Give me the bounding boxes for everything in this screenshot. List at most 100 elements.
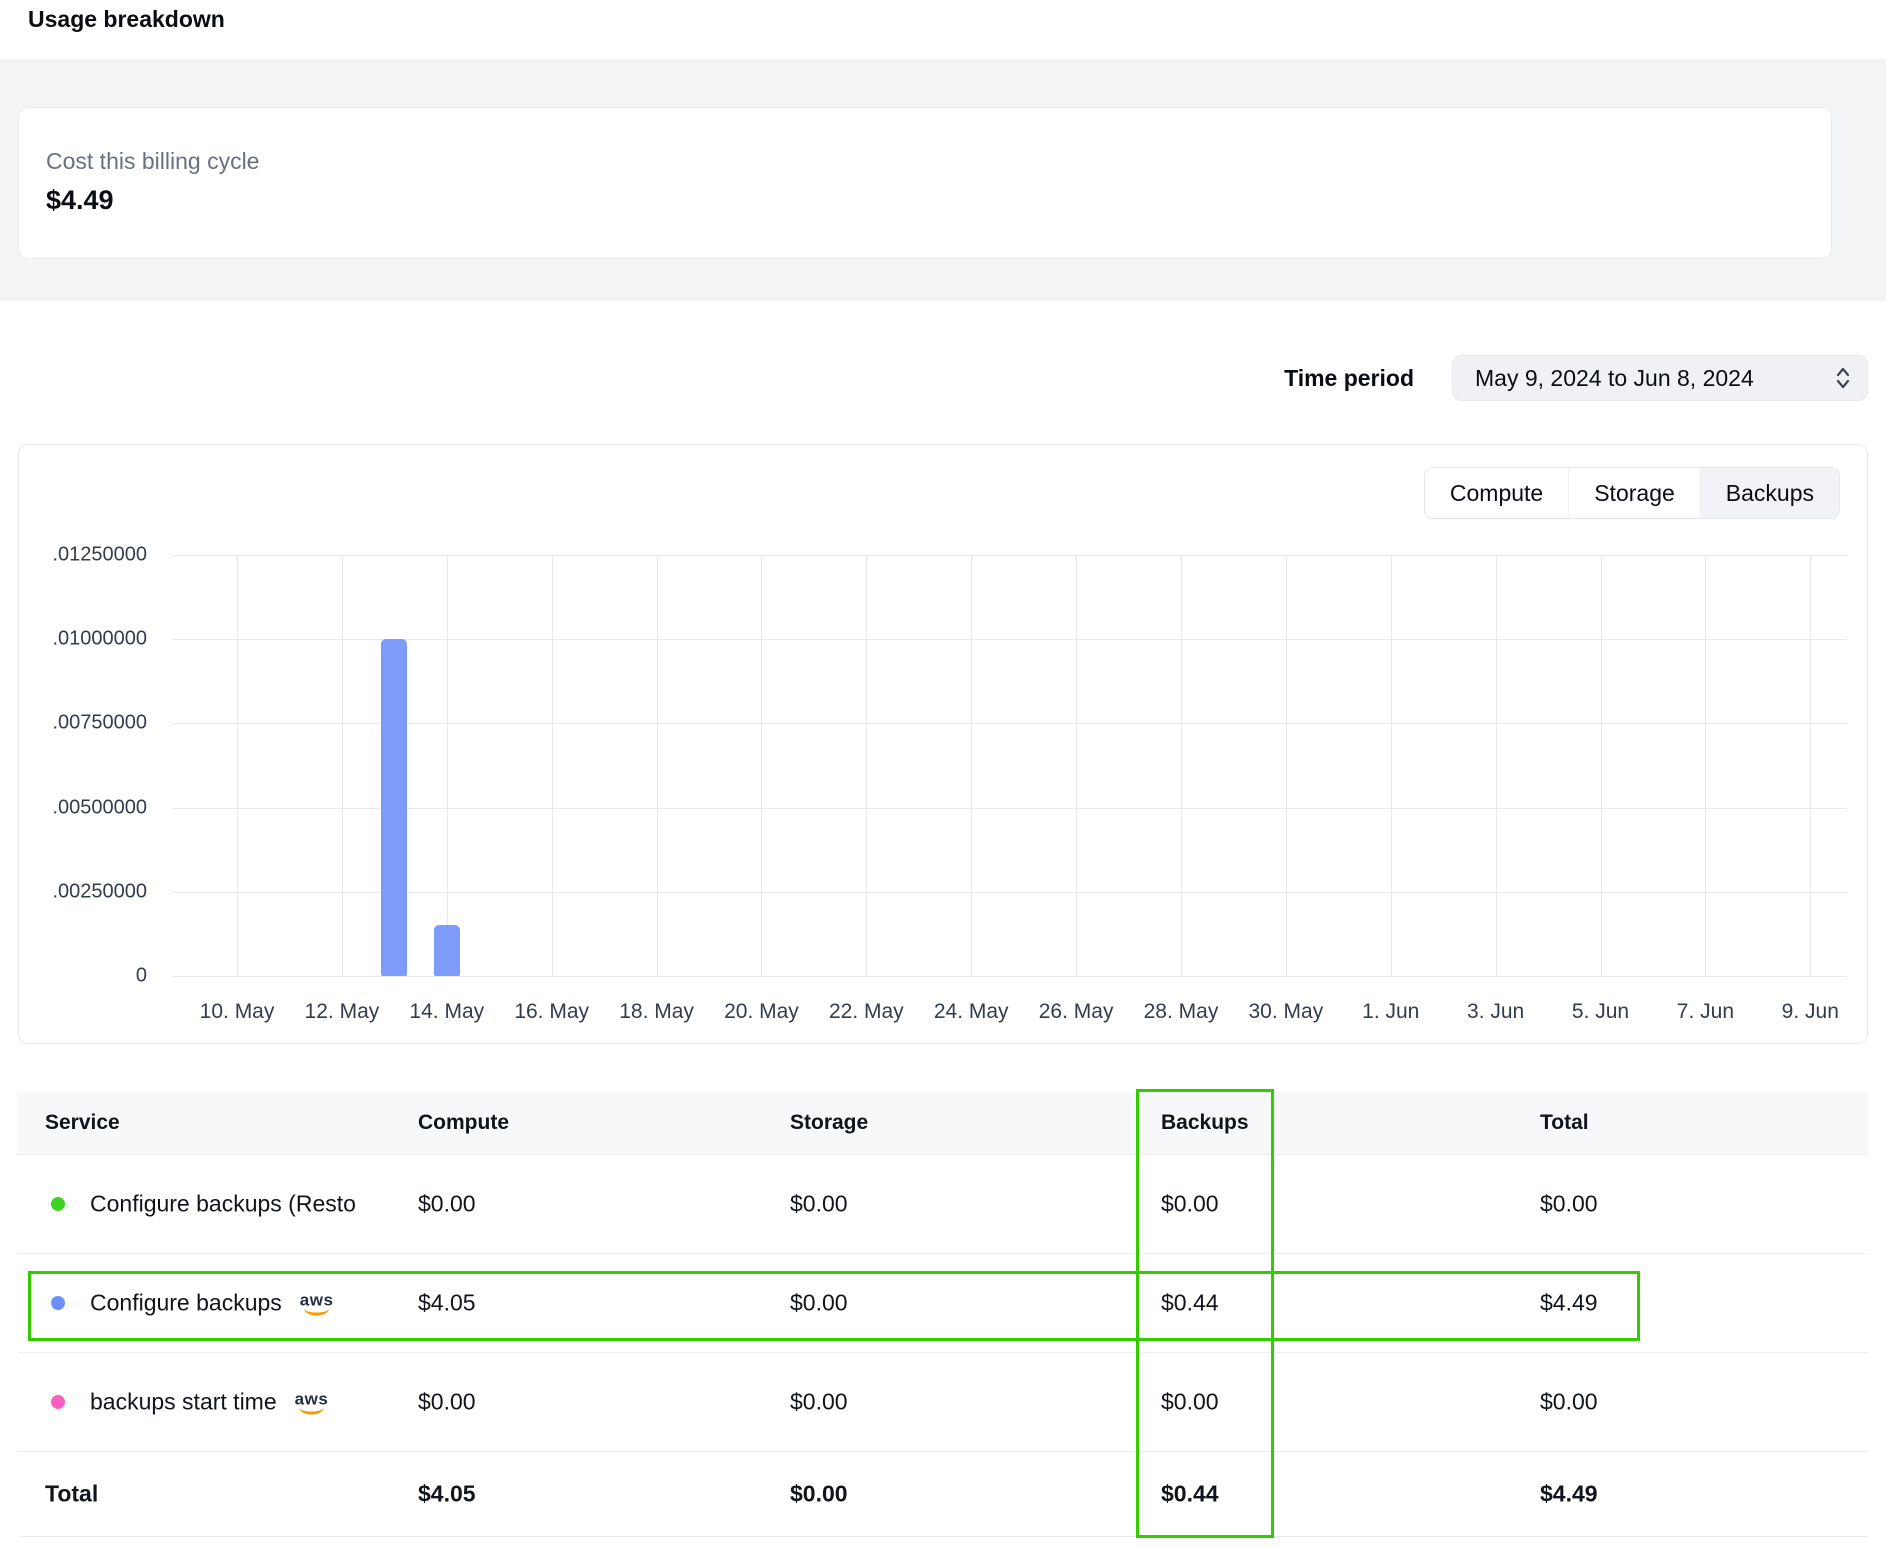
chevron-up-down-icon: [1835, 365, 1851, 391]
column-header-compute: Compute: [418, 1111, 509, 1135]
v-gridline: [1181, 555, 1182, 976]
v-gridline: [1076, 555, 1077, 976]
series-dot-blue: [51, 1296, 65, 1310]
v-gridline: [447, 555, 448, 976]
column-header-service: Service: [45, 1111, 120, 1135]
y-axis-tick-label: .00250000: [52, 880, 147, 903]
total-total-value: $4.49: [1540, 1481, 1598, 1508]
time-period-value: May 9, 2024 to Jun 8, 2024: [1475, 365, 1754, 392]
v-gridline: [1810, 555, 1811, 976]
x-axis-tick-label: 16. May: [514, 1000, 589, 1024]
column-header-total: Total: [1540, 1111, 1589, 1135]
backups-value: $0.00: [1161, 1389, 1219, 1416]
y-axis-tick-label: .01000000: [52, 628, 147, 651]
page-title: Usage breakdown: [28, 6, 225, 33]
usage-table: Service Compute Storage Backups Total Co…: [18, 1092, 1868, 1537]
x-axis-tick-label: 22. May: [829, 1000, 904, 1024]
chart-bar[interactable]: [434, 925, 460, 976]
v-gridline: [1286, 555, 1287, 976]
chart-metric-tabs: Compute Storage Backups: [1424, 467, 1840, 519]
v-gridline: [971, 555, 972, 976]
total-value: $4.49: [1540, 1290, 1598, 1317]
tab-storage[interactable]: Storage: [1568, 468, 1700, 518]
table-row-configure-backups-restore[interactable]: Configure backups (Resto $0.00 $0.00 $0.…: [18, 1155, 1868, 1254]
time-period-select[interactable]: May 9, 2024 to Jun 8, 2024: [1452, 355, 1868, 401]
x-axis-tick-label: 30. May: [1249, 1000, 1324, 1024]
v-gridline: [866, 555, 867, 976]
time-period-row: Time period May 9, 2024 to Jun 8, 2024: [1284, 355, 1868, 401]
time-period-label: Time period: [1284, 365, 1414, 392]
cost-summary-card: Cost this billing cycle $4.49: [18, 107, 1832, 259]
v-gridline: [1496, 555, 1497, 976]
cost-summary-value: $4.49: [46, 185, 1831, 216]
aws-logo-icon: aws: [300, 1291, 334, 1315]
tab-backups[interactable]: Backups: [1700, 468, 1839, 518]
chart-y-axis: 0.00250000.00500000.00750000.01000000.01…: [19, 555, 147, 976]
h-gridline: [172, 892, 1847, 893]
chart-x-axis: 10. May 12. May 14. May 16. May 18. May 20. M…: [172, 1000, 1847, 1030]
table-row-configure-backups[interactable]: Configure backups aws $4.05 $0.00 $0.44 …: [18, 1254, 1868, 1353]
service-cell: backups start time aws: [90, 1389, 328, 1416]
v-gridline: [1391, 555, 1392, 976]
y-axis-tick-label: .00500000: [52, 796, 147, 819]
service-cell: Configure backups (Resto: [90, 1191, 356, 1218]
x-axis-tick-label: 28. May: [1144, 1000, 1219, 1024]
cost-summary-label: Cost this billing cycle: [46, 148, 1831, 175]
total-value: $0.00: [1540, 1389, 1598, 1416]
compute-value: $0.00: [418, 1389, 476, 1416]
h-gridline: [172, 723, 1847, 724]
x-axis-tick-label: 9. Jun: [1782, 1000, 1839, 1024]
total-storage-value: $0.00: [790, 1481, 848, 1508]
backups-value: $0.00: [1161, 1191, 1219, 1218]
aws-smile-arc: [304, 1308, 329, 1315]
backups-value: $0.44: [1161, 1290, 1219, 1317]
summary-band: Cost this billing cycle $4.49: [0, 59, 1886, 301]
compute-value: $4.05: [418, 1290, 476, 1317]
v-gridline: [1601, 555, 1602, 976]
x-axis-tick-label: 7. Jun: [1677, 1000, 1734, 1024]
v-gridline: [1705, 555, 1706, 976]
compute-value: $0.00: [418, 1191, 476, 1218]
storage-value: $0.00: [790, 1389, 848, 1416]
table-row-backups-start-time[interactable]: backups start time aws $0.00 $0.00 $0.00…: [18, 1353, 1868, 1452]
total-backups-value: $0.44: [1161, 1481, 1219, 1508]
chart-bar[interactable]: [381, 639, 407, 976]
table-header-row: Service Compute Storage Backups Total: [18, 1092, 1868, 1155]
table-total-row: Total $4.05 $0.00 $0.44 $4.49: [18, 1452, 1868, 1537]
total-label: Total: [45, 1481, 98, 1508]
x-axis-tick-label: 26. May: [1039, 1000, 1114, 1024]
v-gridline: [237, 555, 238, 976]
x-axis-tick-label: 24. May: [934, 1000, 1009, 1024]
storage-value: $0.00: [790, 1290, 848, 1317]
v-gridline: [657, 555, 658, 976]
column-header-backups: Backups: [1161, 1111, 1249, 1135]
x-axis-tick-label: 14. May: [409, 1000, 484, 1024]
x-axis-tick-label: 12. May: [305, 1000, 380, 1024]
series-dot-green: [51, 1197, 65, 1211]
series-dot-pink: [51, 1395, 65, 1409]
x-axis-tick-label: 3. Jun: [1467, 1000, 1524, 1024]
x-axis-tick-label: 20. May: [724, 1000, 799, 1024]
usage-chart-card: Compute Storage Backups 0.00250000.00500…: [18, 444, 1868, 1044]
h-gridline: [172, 555, 1847, 556]
x-axis-tick-label: 1. Jun: [1362, 1000, 1419, 1024]
storage-value: $0.00: [790, 1191, 848, 1218]
service-name: Configure backups (Resto: [90, 1191, 356, 1218]
v-gridline: [342, 555, 343, 976]
service-name: backups start time: [90, 1389, 277, 1416]
tab-compute[interactable]: Compute: [1425, 468, 1568, 518]
h-gridline: [172, 808, 1847, 809]
total-compute-value: $4.05: [418, 1481, 476, 1508]
x-axis-tick-label: 5. Jun: [1572, 1000, 1629, 1024]
y-axis-tick-label: .00750000: [52, 712, 147, 735]
chart-plot: [172, 555, 1847, 976]
aws-logo-icon: aws: [295, 1390, 329, 1414]
total-value: $0.00: [1540, 1191, 1598, 1218]
v-gridline: [761, 555, 762, 976]
column-header-storage: Storage: [790, 1111, 868, 1135]
v-gridline: [552, 555, 553, 976]
aws-smile-arc: [299, 1407, 324, 1414]
y-axis-tick-label: .01250000: [52, 544, 147, 567]
x-axis-tick-label: 18. May: [619, 1000, 694, 1024]
x-axis-tick-label: 10. May: [200, 1000, 275, 1024]
